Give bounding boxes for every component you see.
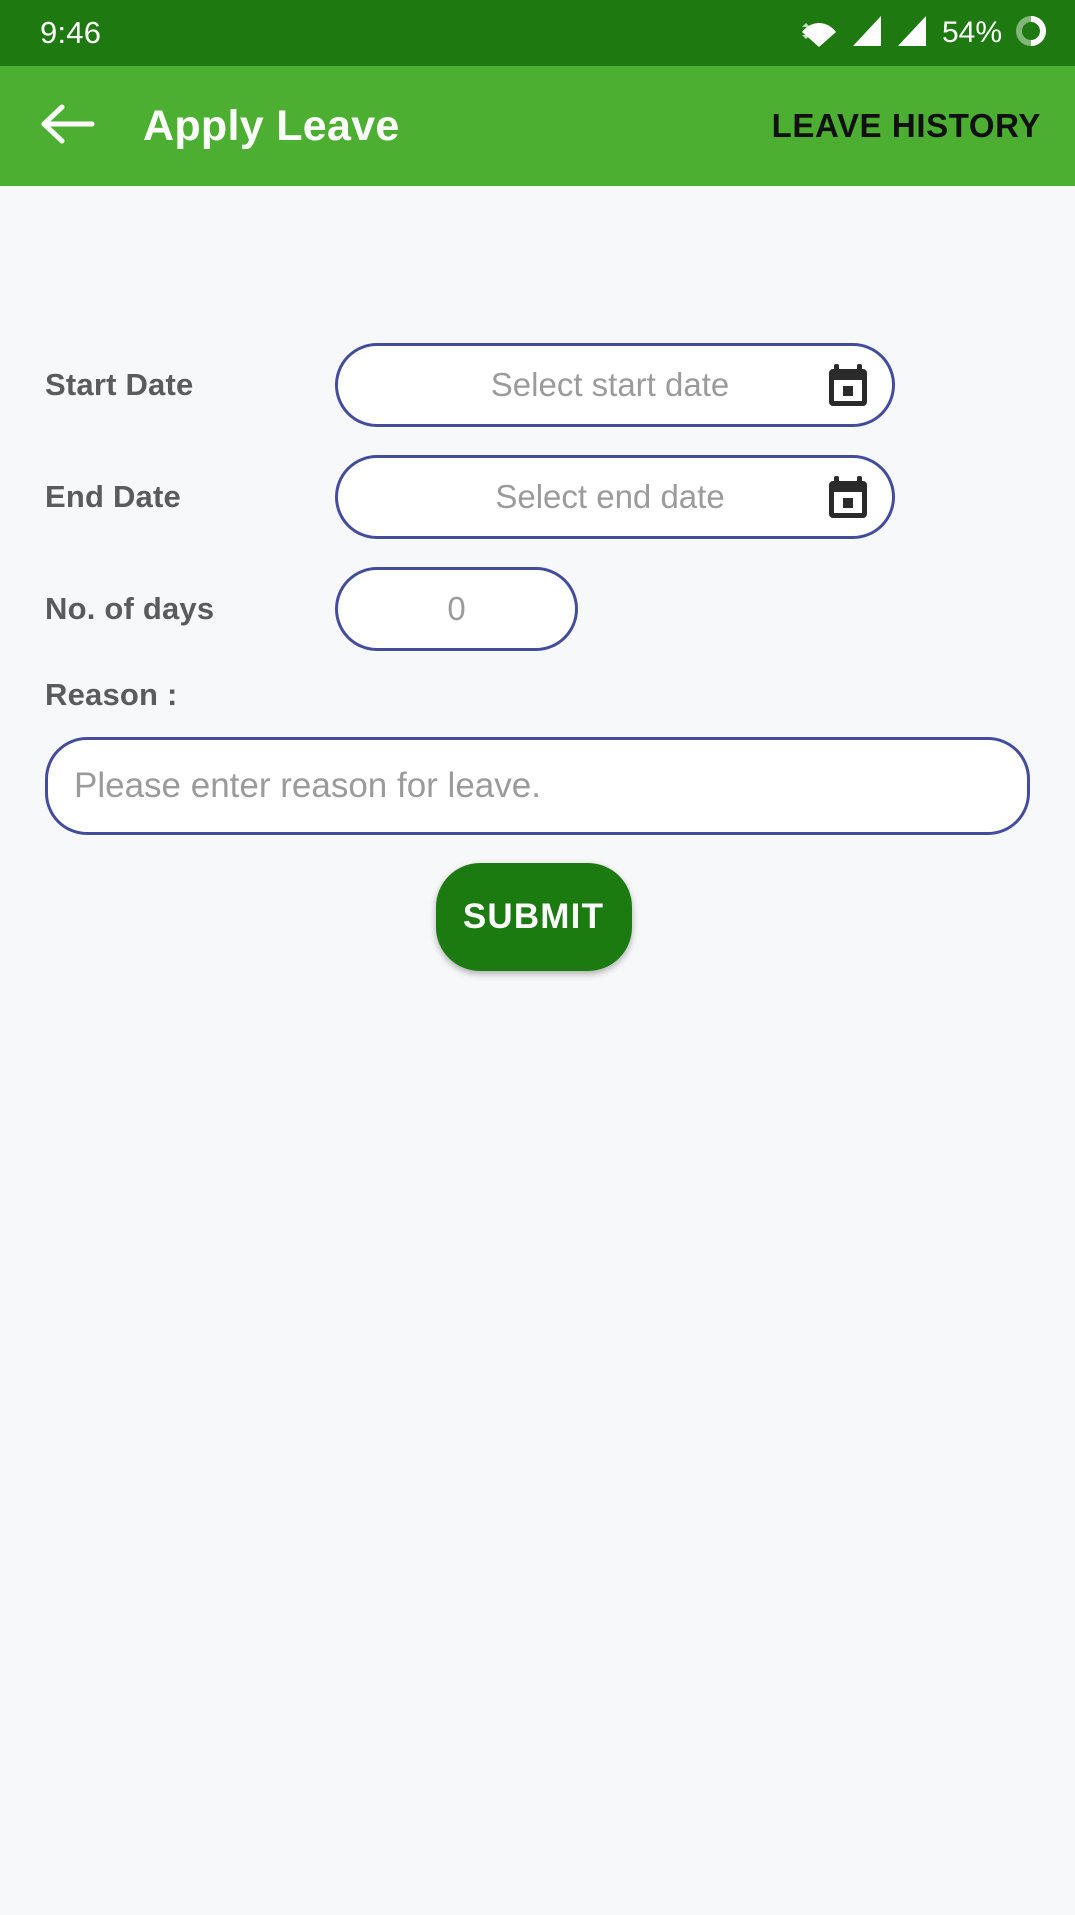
calendar-icon[interactable] xyxy=(826,474,870,520)
signal-bars-icon xyxy=(849,14,883,53)
page-title: Apply Leave xyxy=(143,101,400,150)
apply-leave-form: Start Date Select start date End Date Se… xyxy=(0,343,1075,1915)
reason-label: Reason : xyxy=(45,677,178,712)
battery-ring-icon xyxy=(1013,13,1049,54)
start-date-row: Start Date Select start date xyxy=(0,343,1075,427)
calendar-icon[interactable] xyxy=(826,362,870,408)
reason-placeholder: Please enter reason for leave. xyxy=(74,766,541,805)
battery-percent-label: 54% xyxy=(941,16,1002,49)
start-date-input[interactable]: Select start date xyxy=(335,343,895,427)
reason-input[interactable]: Please enter reason for leave. xyxy=(45,737,1030,835)
start-date-placeholder: Select start date xyxy=(490,366,730,403)
status-bar: 9:46 54% xyxy=(0,0,1075,66)
wifi-icon xyxy=(800,14,838,53)
leave-history-button[interactable]: LEAVE HISTORY xyxy=(772,107,1047,145)
end-date-placeholder: Select end date xyxy=(495,478,725,515)
days-row: No. of days 0 xyxy=(0,567,1075,651)
signal-bars-icon xyxy=(894,14,928,53)
submit-button[interactable]: SUBMIT xyxy=(435,863,632,971)
end-date-input[interactable]: Select end date xyxy=(335,455,895,539)
end-date-row: End Date Select end date xyxy=(0,455,1075,539)
app-bar: Apply Leave LEAVE HISTORY xyxy=(0,66,1075,186)
days-label: No. of days xyxy=(45,591,215,626)
status-bar-clock: 9:46 xyxy=(40,15,102,50)
days-input[interactable]: 0 xyxy=(335,567,578,651)
days-value: 0 xyxy=(447,590,466,627)
status-bar-icons: 54% xyxy=(800,13,1049,54)
end-date-label: End Date xyxy=(45,479,181,514)
back-button[interactable] xyxy=(36,94,100,158)
start-date-label: Start Date xyxy=(45,367,194,402)
submit-row: SUBMIT xyxy=(0,863,1075,971)
back-arrow-icon xyxy=(40,103,96,150)
